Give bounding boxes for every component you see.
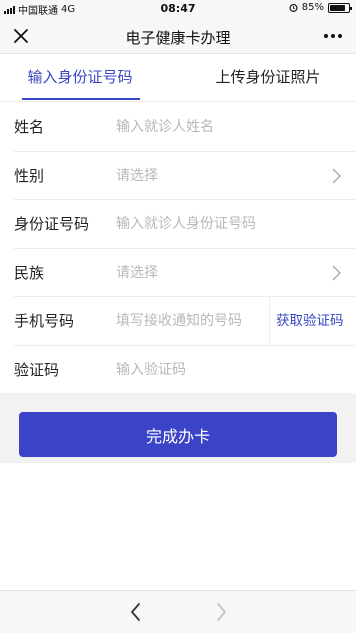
tab-bar: 输入身份证号码 上传身份证照片 (0, 55, 356, 102)
page: 中国联通 4G 08:47 85% 电子健康卡办理 输入身份证号码 上传身份证照… (0, 0, 356, 633)
phone-input[interactable] (116, 309, 254, 333)
chevron-right-icon (332, 265, 341, 280)
id-number-input[interactable] (116, 212, 316, 236)
code-input[interactable] (116, 357, 316, 382)
nav-bar: 电子健康卡办理 (0, 18, 356, 54)
row-id-number: 身份证号码 (0, 200, 356, 249)
row-code: 验证码 (0, 346, 356, 395)
status-bar: 中国联通 4G 08:47 85% (0, 0, 356, 18)
tab-id-number[interactable]: 输入身份证号码 (18, 55, 142, 102)
phone-label: 手机号码 (14, 312, 75, 330)
gender-label: 性别 (14, 166, 45, 185)
id-number-label: 身份证号码 (14, 215, 90, 233)
bottom-toolbar (0, 590, 356, 633)
row-phone: 手机号码 获取验证码 (0, 297, 356, 346)
chevron-right-icon (332, 168, 341, 183)
form: 姓名 性别 请选择 身份证号码 民族 请选择 手机号码 获取验证码 (0, 103, 356, 394)
alarm-icon (289, 3, 298, 12)
back-icon[interactable] (126, 601, 146, 623)
row-gender[interactable]: 性别 请选择 (0, 152, 356, 201)
gender-select[interactable]: 请选择 (116, 152, 158, 200)
forward-icon[interactable] (211, 601, 231, 623)
active-tab-indicator (22, 98, 140, 100)
get-code-button[interactable]: 获取验证码 (276, 297, 344, 345)
code-label: 验证码 (14, 360, 60, 379)
phone-divider (269, 297, 270, 345)
page-title: 电子健康卡办理 (125, 29, 231, 47)
ethnicity-label: 民族 (14, 263, 45, 282)
tab-id-photo[interactable]: 上传身份证照片 (200, 55, 336, 102)
battery-fill (330, 4, 345, 11)
status-right: 85% (289, 2, 352, 13)
name-input[interactable] (116, 115, 316, 139)
ethnicity-select[interactable]: 请选择 (116, 249, 158, 297)
row-name: 姓名 (0, 103, 356, 152)
submit-button[interactable]: 完成办卡 (19, 412, 337, 457)
submit-area: 完成办卡 (0, 393, 356, 463)
row-ethnicity[interactable]: 民族 请选择 (0, 249, 356, 298)
battery-icon (328, 2, 352, 13)
name-label: 姓名 (14, 118, 45, 136)
more-icon[interactable] (320, 25, 346, 47)
battery-percent: 85% (301, 2, 324, 13)
